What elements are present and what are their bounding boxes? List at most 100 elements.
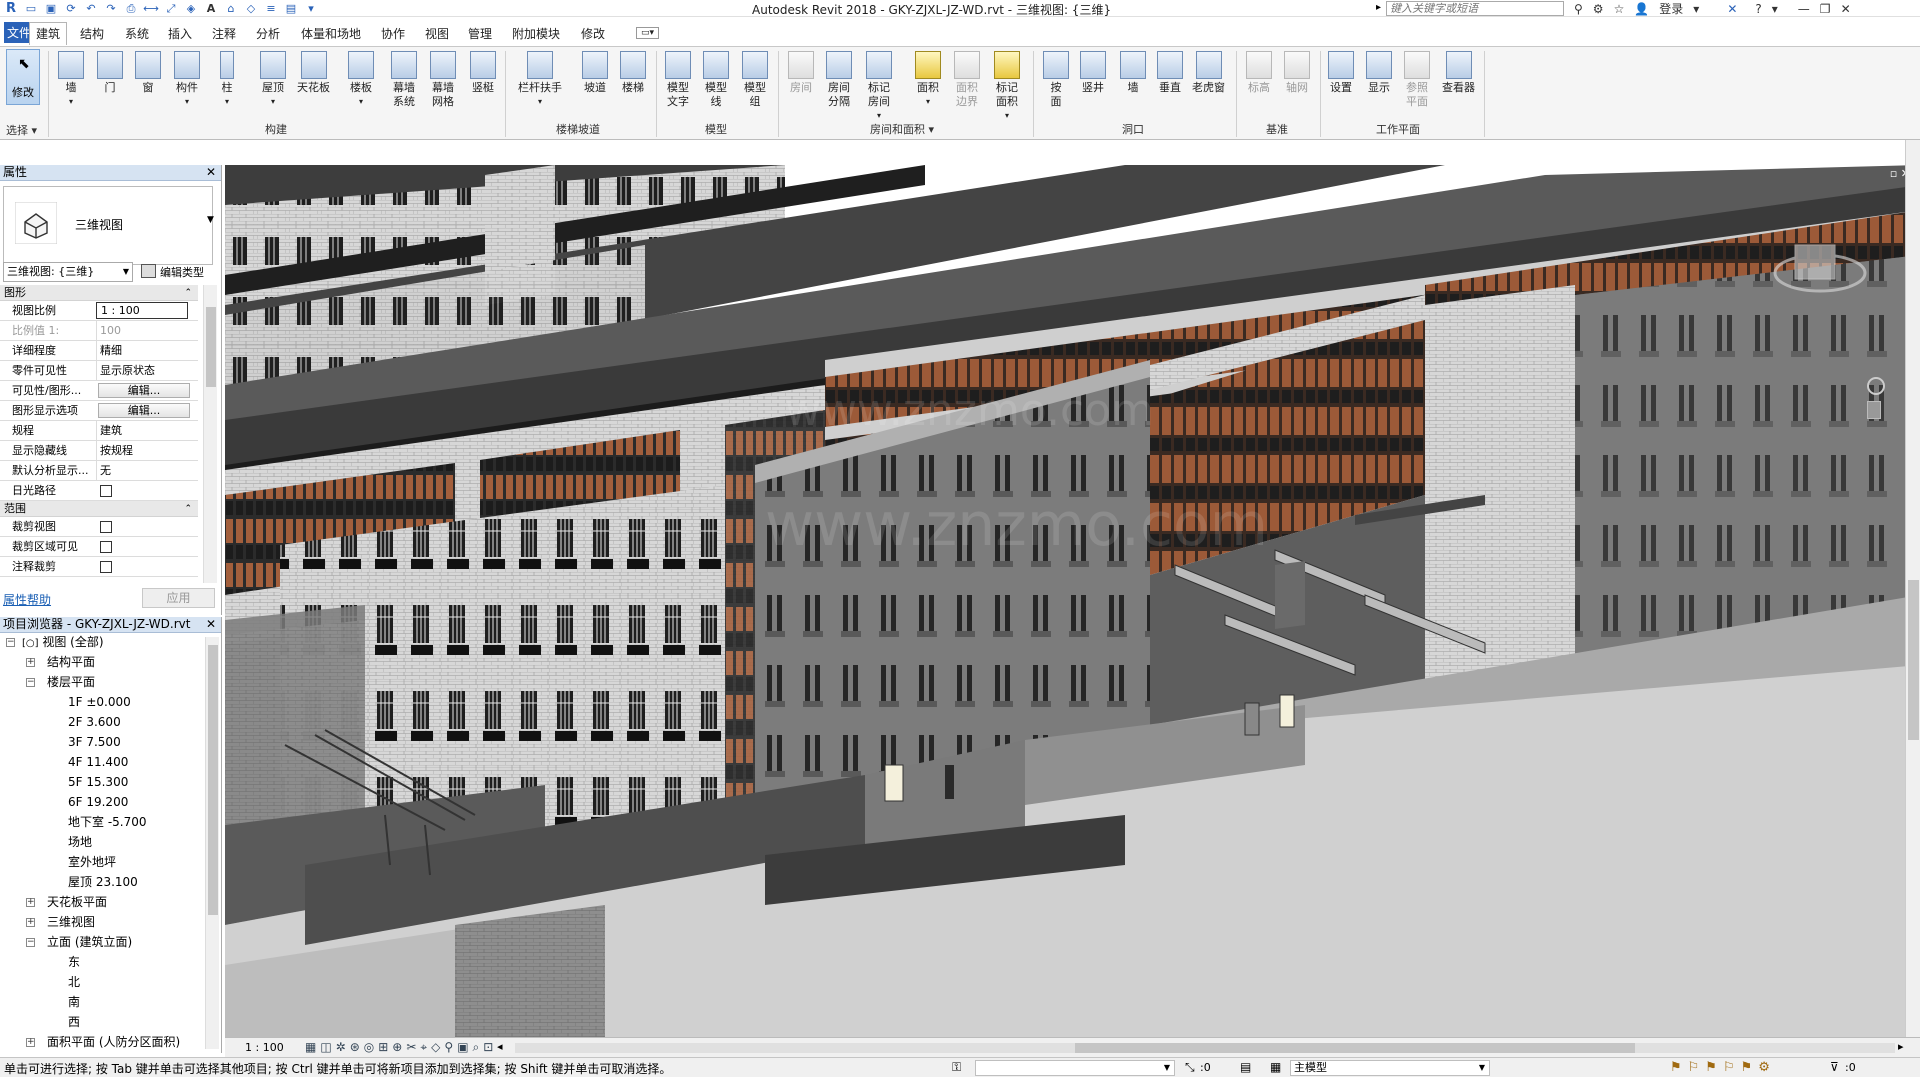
close-icon[interactable]: ✕ (206, 617, 216, 632)
tab-structure[interactable]: 结构 (80, 25, 104, 42)
vertical-opening-button[interactable]: 垂直 (1157, 51, 1183, 95)
properties-scrollbar[interactable] (203, 285, 217, 583)
wall-button[interactable]: 墙 ▾ (58, 51, 84, 109)
worksets-icon[interactable]: ⚿ (952, 1060, 961, 1075)
room-panel-label[interactable]: 房间和面积 ▾ (870, 121, 934, 137)
tree-item-floor[interactable]: 4F 11.400 (68, 754, 128, 770)
tree-item-floor[interactable]: 室外地坪 (68, 854, 116, 870)
close-window-icon[interactable]: ✕ (1841, 2, 1851, 16)
tree-item-elevation[interactable]: 西 (68, 1014, 80, 1030)
annotation-crop-checkbox[interactable] (100, 561, 112, 573)
viewer-button[interactable]: 查看器 (1442, 51, 1475, 95)
curtain-grid-button[interactable]: 幕墙 网格 (430, 51, 456, 109)
edit-type-button[interactable]: 编辑类型 (160, 264, 204, 280)
scroll-right-icon[interactable]: ▸ (1898, 1040, 1904, 1053)
show-workplane-button[interactable]: 显示 (1366, 51, 1392, 95)
tab-massing-site[interactable]: 体量和场地 (301, 25, 361, 42)
thin-lines-icon[interactable]: ≡ (264, 2, 278, 15)
tree-node-views-all[interactable]: [○] 视图 (全部) (22, 634, 104, 652)
view-scale-input[interactable]: 1 : 100 (96, 302, 188, 319)
tree-node-floor-plans[interactable]: 楼层平面 (47, 674, 95, 690)
model-group-button[interactable]: 模型 组 (742, 51, 768, 109)
navigation-bar[interactable] (1867, 377, 1889, 467)
close-hidden-icon[interactable]: ▤ (284, 2, 298, 15)
tag-icon[interactable]: ◈ (184, 2, 198, 15)
horizontal-scrollbar[interactable] (515, 1043, 1895, 1053)
collapse-icon[interactable]: − (26, 678, 35, 687)
tree-item-floor[interactable]: 1F ±0.000 (68, 694, 131, 710)
tree-node-area-plans[interactable]: 面积平面 (人防分区面积) (47, 1034, 180, 1050)
expand-icon[interactable]: + (26, 918, 35, 927)
exchange-icon[interactable]: ✕ (1727, 2, 1737, 16)
tab-addins[interactable]: 附加模块 (512, 25, 560, 42)
dormer-button[interactable]: 老虎窗 (1192, 51, 1225, 95)
level-button[interactable]: 标高 (1246, 51, 1272, 95)
prop-row[interactable]: 规程 建筑 (0, 421, 198, 441)
group-extents[interactable]: 范围 ⌃ (0, 501, 198, 517)
binoculars-icon[interactable]: ⚲ (1574, 2, 1583, 16)
favorites-icon[interactable]: ☆ (1614, 2, 1625, 16)
steering-wheel-icon[interactable] (1867, 377, 1885, 395)
curtain-system-button[interactable]: 幕墙 系统 (391, 51, 417, 109)
tree-item-elevation[interactable]: 东 (68, 954, 80, 970)
tree-node-structural-plans[interactable]: 结构平面 (47, 654, 95, 670)
prop-row[interactable]: 零件可见性 显示原状态 (0, 361, 198, 381)
railing-button[interactable]: 栏杆扶手 ▾ (518, 51, 562, 109)
expand-icon[interactable]: + (26, 1038, 35, 1047)
tree-item-elevation[interactable]: 北 (68, 974, 80, 990)
room-separator-button[interactable]: 房间 分隔 (826, 51, 852, 109)
tab-systems[interactable]: 系统 (125, 25, 149, 42)
help-icon[interactable]: ? (1755, 2, 1761, 16)
tab-insert[interactable]: 插入 (168, 25, 192, 42)
login-label[interactable]: 登录 (1659, 0, 1683, 17)
sync-icon[interactable]: ⟳ (64, 2, 78, 15)
tree-node-elevations[interactable]: 立面 (建筑立面) (47, 934, 132, 950)
vg-edit-button[interactable]: 编辑... (98, 383, 190, 398)
chevron-down-icon[interactable]: ▼ (207, 215, 214, 225)
ribbon-minimize-icon[interactable]: ▭▾ (636, 27, 660, 39)
tree-item-floor[interactable]: 6F 19.200 (68, 794, 128, 810)
area-boundary-button[interactable]: 面积 边界 (954, 51, 980, 109)
view-control-icons[interactable]: ▦◫✲⊛◎⊞⊕✂⌖◇⚲▣⌕⊡ (305, 1040, 497, 1055)
ramp-button[interactable]: 坡道 (582, 51, 608, 95)
3d-view-icon[interactable]: ⌂ (224, 2, 238, 15)
dropdown-icon[interactable]: ▾ (1693, 2, 1699, 16)
subscription-icon[interactable]: ⚙ (1593, 2, 1604, 16)
text-icon[interactable]: A (204, 2, 218, 15)
shaft-button[interactable]: 竖井 (1080, 51, 1106, 95)
help-dropdown-icon[interactable]: ▾ (1772, 2, 1778, 16)
door-button[interactable]: 门 (97, 51, 123, 95)
tree-item-floor[interactable]: 场地 (68, 834, 92, 850)
crop-view-checkbox[interactable] (100, 521, 112, 533)
vertical-scrollbar[interactable] (1905, 140, 1920, 1037)
tree-item-floor[interactable]: 地下室 -5.700 (68, 814, 147, 830)
scroll-left-icon[interactable]: ◂ (497, 1040, 503, 1053)
roof-button[interactable]: 屋顶 ▾ (260, 51, 286, 109)
search-arrow-icon[interactable]: ▸ (1376, 2, 1381, 13)
mullion-button[interactable]: 竖梃 (470, 51, 496, 95)
undo-icon[interactable]: ↶ (84, 2, 98, 15)
expand-icon[interactable]: + (26, 658, 35, 667)
collapse-icon[interactable]: − (26, 938, 35, 947)
tab-manage[interactable]: 管理 (468, 25, 492, 42)
tree-node-3d-views[interactable]: 三维视图 (47, 914, 95, 930)
apply-button[interactable]: 应用 (142, 588, 215, 608)
expand-icon[interactable]: + (26, 898, 35, 907)
wall-opening-button[interactable]: 墙 (1120, 51, 1146, 95)
floor-button[interactable]: 楼板 ▾ (348, 51, 374, 109)
revit-logo-icon[interactable]: R (4, 1, 18, 16)
tab-modify[interactable]: 修改 (581, 25, 605, 42)
restore-icon[interactable]: ❐ (1820, 2, 1831, 16)
modify-button[interactable]: ⬉ 修改 (6, 49, 40, 105)
view-instance-selector[interactable]: 三维视图: {三维} ▼ (3, 262, 133, 282)
minimize-icon[interactable]: — (1798, 2, 1810, 16)
model-line-button[interactable]: 模型 线 (703, 51, 729, 109)
column-button[interactable]: 柱 ▾ (220, 51, 234, 109)
crop-visible-checkbox[interactable] (100, 541, 112, 553)
set-workplane-button[interactable]: 设置 (1328, 51, 1354, 95)
model-text-button[interactable]: 模型 文字 (665, 51, 691, 109)
tab-view[interactable]: 视图 (425, 25, 449, 42)
zoom-icon[interactable] (1867, 401, 1881, 419)
ref-plane-button[interactable]: 参照 平面 (1404, 51, 1430, 109)
tree-item-floor[interactable]: 2F 3.600 (68, 714, 121, 730)
